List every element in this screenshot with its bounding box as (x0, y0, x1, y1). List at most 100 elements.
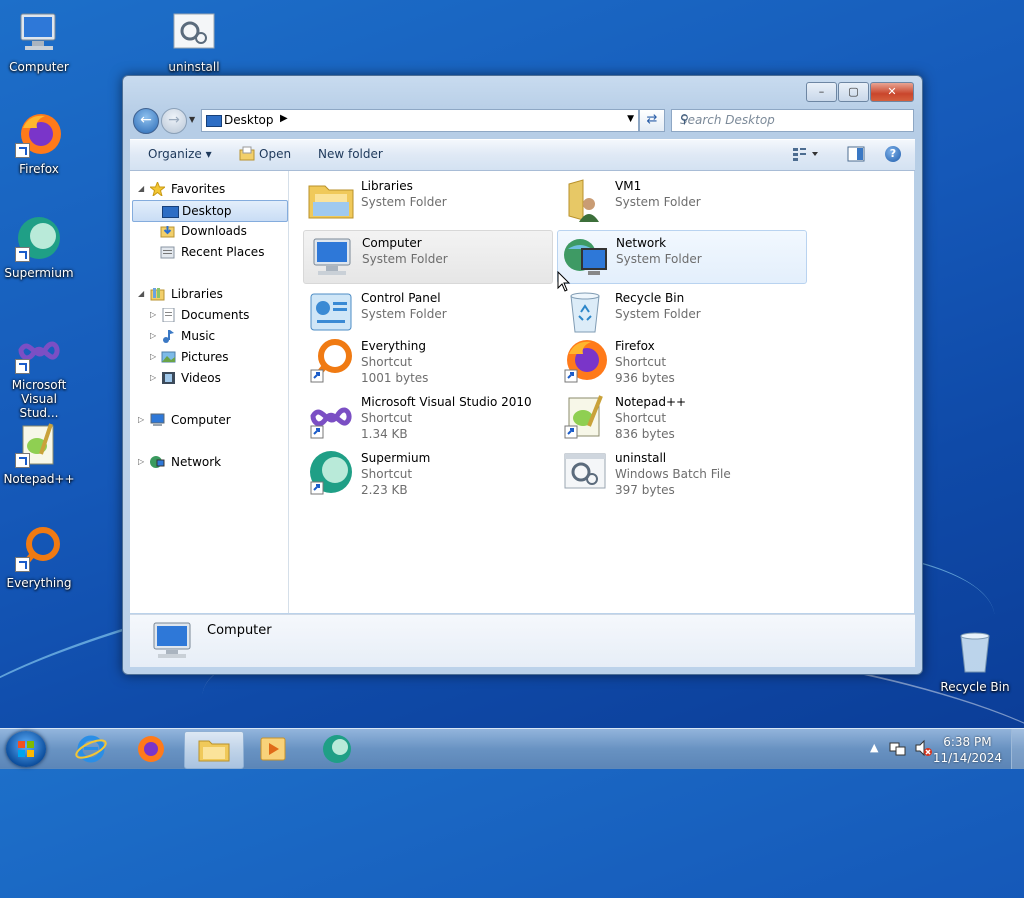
nav-item-videos[interactable]: ▷ Videos (130, 368, 286, 388)
item-name: Computer (362, 236, 422, 250)
item-type: Shortcut (615, 411, 667, 425)
desktop-icon-visual-studio[interactable]: Microsoft Visual Stud... (1, 326, 77, 420)
network-tray-icon[interactable] (888, 739, 906, 757)
show-hidden-icons-icon[interactable]: ▲ (870, 741, 878, 754)
star-icon (150, 182, 165, 196)
list-item-computer[interactable]: Computer System Folder (303, 230, 553, 284)
item-size: 2.23 KB (361, 483, 408, 497)
nav-computer[interactable]: ▷ Computer (130, 410, 286, 430)
list-item-supermium[interactable]: Supermium Shortcut 2.23 KB (303, 446, 551, 498)
recycle-bin-icon (570, 292, 600, 333)
explorer-icon (198, 740, 230, 762)
list-item-control-panel[interactable]: Control Panel System Folder (303, 286, 551, 338)
volume-muted-icon[interactable] (914, 739, 932, 757)
help-icon[interactable]: ? (885, 146, 901, 162)
desktop-icon-recycle-bin[interactable]: Recycle Bin (937, 628, 1013, 694)
show-desktop-button[interactable] (1011, 729, 1024, 769)
taskbar-media-player[interactable] (244, 731, 302, 767)
everything-icon (310, 339, 352, 383)
expand-arrow-icon[interactable]: ▷ (138, 452, 144, 472)
nav-label: Network (171, 455, 222, 469)
recent-pages-dropdown[interactable]: ▼ (189, 115, 195, 124)
minimize-button[interactable]: – (806, 82, 837, 102)
item-name: Network (616, 236, 667, 250)
desktop-icon-uninstall[interactable]: uninstall (156, 8, 232, 74)
network-icon (150, 456, 165, 468)
shortcut-arrow-icon (15, 247, 30, 262)
computer-icon (15, 8, 63, 56)
caption-buttons: – ▢ ✕ (805, 82, 914, 102)
address-dropdown-icon[interactable]: ▼ (627, 114, 634, 124)
list-item-everything[interactable]: Everything Shortcut 1001 bytes (303, 334, 551, 386)
nav-item-documents[interactable]: ▷ Documents (130, 305, 286, 325)
desktop-icon-supermium[interactable]: Supermium (1, 214, 77, 280)
item-name: Control Panel (361, 291, 441, 305)
nav-label: Music (181, 329, 216, 343)
list-item-notepad-plus-plus[interactable]: Notepad++ Shortcut 836 bytes (557, 390, 805, 442)
nav-network[interactable]: ▷ Network (130, 452, 286, 472)
notepad-plus-plus-icon (15, 420, 63, 468)
list-item-visual-studio[interactable]: Microsoft Visual Studio 2010 Shortcut 1.… (303, 390, 551, 442)
collapse-arrow-icon[interactable]: ◢ (138, 284, 144, 304)
nav-item-pictures[interactable]: ▷ Pictures (130, 347, 286, 367)
expand-arrow-icon[interactable]: ▷ (150, 305, 156, 325)
item-type: Shortcut (615, 355, 667, 369)
expand-arrow-icon[interactable]: ▷ (150, 368, 156, 388)
collapse-arrow-icon[interactable]: ◢ (138, 179, 144, 199)
list-item-uninstall[interactable]: uninstall Windows Batch File 397 bytes (557, 446, 805, 498)
taskbar-firefox[interactable] (122, 731, 180, 767)
firefox-icon (15, 110, 63, 158)
desktop-icon-notepad-plus-plus[interactable]: Notepad++ (1, 420, 77, 486)
list-item-firefox[interactable]: Firefox Shortcut 936 bytes (557, 334, 805, 386)
item-name: Everything (361, 339, 426, 353)
list-item-network[interactable]: Network System Folder (557, 230, 807, 284)
desktop-icon-firefox[interactable]: Firefox (1, 110, 77, 176)
list-item-libraries[interactable]: Libraries System Folder (303, 174, 551, 226)
list-item-vm1[interactable]: VM1 System Folder (557, 174, 805, 226)
maximize-button[interactable]: ▢ (838, 82, 869, 102)
desktop-icon-everything[interactable]: Everything (1, 524, 77, 590)
taskbar-supermium[interactable] (308, 731, 366, 767)
new-folder-button[interactable]: New folder (318, 147, 383, 161)
expand-arrow-icon[interactable]: ▷ (150, 326, 156, 346)
search-input[interactable]: Search Desktop ⚲ (671, 109, 914, 132)
change-view-icon[interactable] (792, 146, 820, 162)
nav-item-recent-places[interactable]: Recent Places (130, 242, 286, 262)
nav-item-music[interactable]: ▷ Music (130, 326, 286, 346)
back-button[interactable]: ← (133, 108, 159, 134)
open-button[interactable]: Open (259, 147, 291, 161)
nav-label: Computer (171, 413, 231, 427)
organize-button[interactable]: Organize ▾ (148, 147, 212, 161)
item-size: 936 bytes (615, 371, 675, 385)
navigation-pane: ◢ Favorites Desktop Downloads Recent Pla… (130, 171, 289, 613)
desktop-icon-computer[interactable]: Computer (1, 8, 77, 74)
clock[interactable]: 6:38 PM 11/14/2024 (933, 734, 1002, 766)
nav-libraries[interactable]: ◢ Libraries (130, 284, 286, 304)
recycle-bin-icon (951, 628, 999, 676)
breadcrumb-chevron-icon[interactable]: ▶ (280, 113, 288, 124)
nav-item-downloads[interactable]: Downloads (130, 221, 286, 241)
pictures-icon (161, 351, 176, 363)
item-type: System Folder (615, 307, 701, 321)
item-name: VM1 (615, 179, 642, 193)
address-bar[interactable]: Desktop ▶ ▼ (201, 109, 639, 132)
desktop-icon (206, 115, 222, 127)
nav-favorites[interactable]: ◢ Favorites (130, 179, 286, 199)
address-location[interactable]: Desktop (224, 113, 274, 127)
expand-arrow-icon[interactable]: ▷ (150, 347, 156, 367)
preview-pane-icon[interactable] (847, 146, 865, 162)
taskbar-internet-explorer[interactable] (62, 731, 120, 767)
organize-label: Organize (148, 147, 202, 161)
close-button[interactable]: ✕ (870, 82, 914, 102)
list-item-recycle-bin[interactable]: Recycle Bin System Folder (557, 286, 805, 338)
refresh-button[interactable]: ⇄ (639, 109, 665, 132)
nav-label: Videos (181, 371, 221, 385)
expand-arrow-icon[interactable]: ▷ (138, 410, 144, 430)
control-panel-icon (310, 293, 352, 331)
forward-button[interactable]: → (161, 108, 187, 134)
taskbar-explorer[interactable] (184, 731, 244, 769)
start-button[interactable] (6, 731, 46, 767)
clock-date: 11/14/2024 (932, 751, 1002, 765)
nav-item-desktop[interactable]: Desktop (132, 200, 288, 222)
supermium-icon (310, 451, 352, 495)
